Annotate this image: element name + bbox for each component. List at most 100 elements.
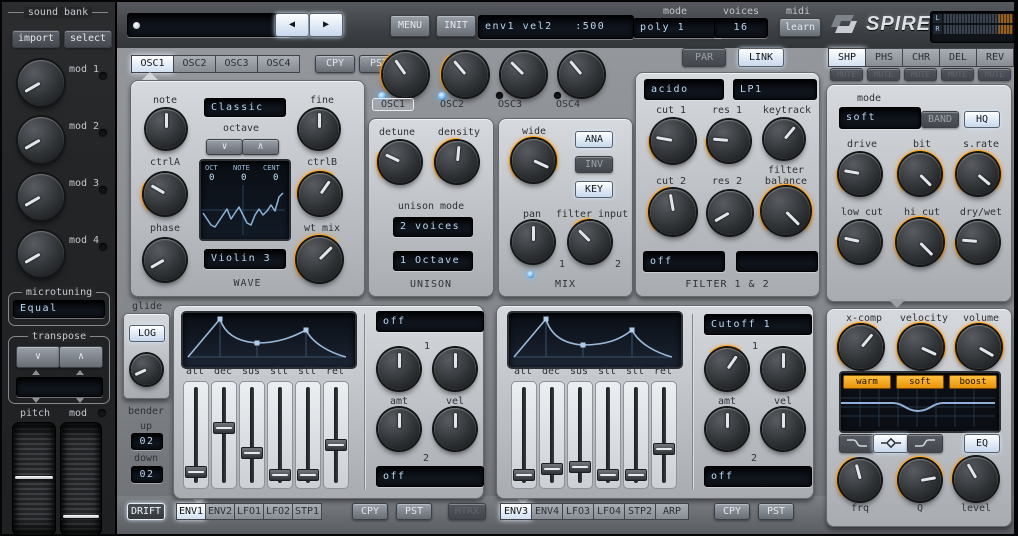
envA-dec-slider[interactable]: [211, 381, 237, 489]
shaper-mute-button[interactable]: MUTE: [830, 68, 863, 81]
envA-dest2-select[interactable]: off: [376, 466, 484, 487]
tab-phaser[interactable]: PHS: [865, 48, 903, 67]
envB-slt-slider[interactable]: [595, 381, 621, 489]
volume-knob[interactable]: [957, 325, 1001, 369]
envA-dest1-amt-knob[interactable]: [378, 348, 420, 390]
detune-knob[interactable]: [379, 141, 421, 183]
ctrlB-knob[interactable]: [299, 173, 341, 215]
osc4-mixer-label[interactable]: OSC4: [548, 99, 588, 110]
envA-dest2-amt-knob[interactable]: [378, 408, 420, 450]
envB-att-slider[interactable]: [511, 381, 537, 489]
glide-log-button[interactable]: LOG: [129, 325, 165, 342]
drift-button[interactable]: DRIFT: [127, 503, 165, 520]
preset-next-button[interactable]: ▶: [309, 13, 343, 37]
envA-sll-slider[interactable]: [295, 381, 321, 489]
osc-copy-button[interactable]: CPY: [315, 55, 355, 73]
eq-low-shelf-button[interactable]: [839, 434, 875, 453]
filter-balance-knob[interactable]: [762, 187, 810, 235]
cent-value[interactable]: 0: [273, 173, 278, 183]
import-button[interactable]: import: [12, 30, 60, 48]
bit-knob[interactable]: [899, 153, 941, 195]
mod1-knob[interactable]: [18, 60, 64, 106]
slider-handle[interactable]: [541, 463, 563, 475]
eq-q-knob[interactable]: [899, 459, 941, 501]
filter-par-button[interactable]: PAR: [682, 48, 726, 67]
mod-wheel[interactable]: [60, 422, 102, 536]
filter1-type-select[interactable]: acido: [644, 79, 724, 100]
mod-paste1-button[interactable]: PST: [396, 503, 432, 520]
mod3-knob[interactable]: [18, 174, 64, 220]
mod-paste2-button[interactable]: PST: [758, 503, 794, 520]
microtuning-select[interactable]: Equal: [13, 300, 105, 318]
eq-high-shelf-button[interactable]: [907, 434, 943, 453]
envB-dest1-select[interactable]: Cutoff 1: [704, 314, 812, 335]
filter2-route-select[interactable]: [736, 251, 818, 272]
osc3-mixer-label[interactable]: OSC3: [490, 99, 530, 110]
tab-reverb[interactable]: REV: [976, 48, 1014, 67]
eq-boost-tab[interactable]: boost: [949, 375, 997, 389]
envB-dest2-amt-knob[interactable]: [706, 408, 748, 450]
mod4-knob[interactable]: [18, 231, 64, 277]
note-knob[interactable]: [146, 109, 186, 149]
envA-dest2-vel-knob[interactable]: [434, 408, 476, 450]
phaser-mute-button[interactable]: MUTE: [867, 68, 900, 81]
envA-att-slider[interactable]: [183, 381, 209, 489]
wave-type-select[interactable]: Classic: [204, 98, 286, 117]
select-button[interactable]: select: [64, 30, 112, 48]
matrix-button[interactable]: MTRX: [448, 503, 486, 520]
envB-dest2-vel-knob[interactable]: [762, 408, 804, 450]
x-comp-knob[interactable]: [839, 325, 883, 369]
envA-sus-slider[interactable]: [239, 381, 265, 489]
res1-knob[interactable]: [708, 120, 750, 162]
slider-handle[interactable]: [569, 461, 591, 473]
envB-dest1-amt-knob[interactable]: [706, 348, 748, 390]
wt-mix-knob[interactable]: [297, 237, 342, 282]
unison-voices-select[interactable]: 2 voices: [393, 217, 473, 237]
tab-osc1[interactable]: OSC1: [131, 55, 174, 73]
chorus-mute-button[interactable]: MUTE: [904, 68, 937, 81]
envB-dest2-select[interactable]: off: [704, 466, 812, 487]
envA-rel-slider[interactable]: [323, 381, 349, 489]
eq-level-knob[interactable]: [954, 457, 998, 501]
filter-input-knob[interactable]: [569, 221, 611, 263]
envB-dest1-vel-knob[interactable]: [762, 348, 804, 390]
drive-knob[interactable]: [839, 153, 881, 195]
init-button[interactable]: INIT: [436, 15, 476, 37]
bender-down-display[interactable]: 02: [131, 466, 163, 483]
osc2-level-knob[interactable]: [443, 52, 488, 97]
slider-handle[interactable]: [597, 469, 619, 481]
envA-dest1-vel-knob[interactable]: [434, 348, 476, 390]
envB-rel-slider[interactable]: [651, 381, 677, 489]
tab-env2[interactable]: ENV2: [205, 503, 235, 520]
slider-handle[interactable]: [625, 469, 647, 481]
osc1-mixer-label[interactable]: OSC1: [372, 98, 414, 111]
delay-mute-button[interactable]: MUTE: [941, 68, 974, 81]
menu-button[interactable]: MENU: [390, 15, 430, 37]
pan-knob[interactable]: [512, 221, 554, 263]
tab-osc2[interactable]: OSC2: [173, 55, 216, 73]
mod2-knob[interactable]: [18, 117, 64, 163]
density-knob[interactable]: [436, 141, 478, 183]
envA-dest1-select[interactable]: off: [376, 311, 484, 332]
tab-env3[interactable]: ENV3: [500, 503, 532, 520]
tab-shaper[interactable]: SHP: [828, 48, 866, 67]
eq-soft-tab[interactable]: soft: [896, 375, 944, 389]
slider-handle[interactable]: [513, 469, 535, 481]
mod-copy1-button[interactable]: CPY: [352, 503, 388, 520]
low-cut-knob[interactable]: [839, 221, 881, 263]
wavetable-select[interactable]: Violin 3: [204, 249, 286, 269]
tab-chorus[interactable]: CHR: [902, 48, 940, 67]
tab-lfo1[interactable]: LFO1: [234, 503, 264, 520]
slider-handle[interactable]: [297, 469, 319, 481]
transpose-left-value[interactable]: 0: [39, 396, 47, 397]
oct-value[interactable]: 0: [209, 173, 214, 183]
cut1-knob[interactable]: [651, 119, 695, 163]
srate-knob[interactable]: [957, 153, 999, 195]
voices-display[interactable]: 16: [714, 18, 768, 38]
hq-button[interactable]: HQ: [964, 111, 1000, 128]
shaper-mode-select[interactable]: soft: [839, 107, 921, 129]
tab-lfo2[interactable]: LFO2: [263, 503, 293, 520]
envB-sll-slider[interactable]: [623, 381, 649, 489]
tab-osc3[interactable]: OSC3: [215, 55, 258, 73]
key-button[interactable]: KEY: [575, 181, 613, 198]
